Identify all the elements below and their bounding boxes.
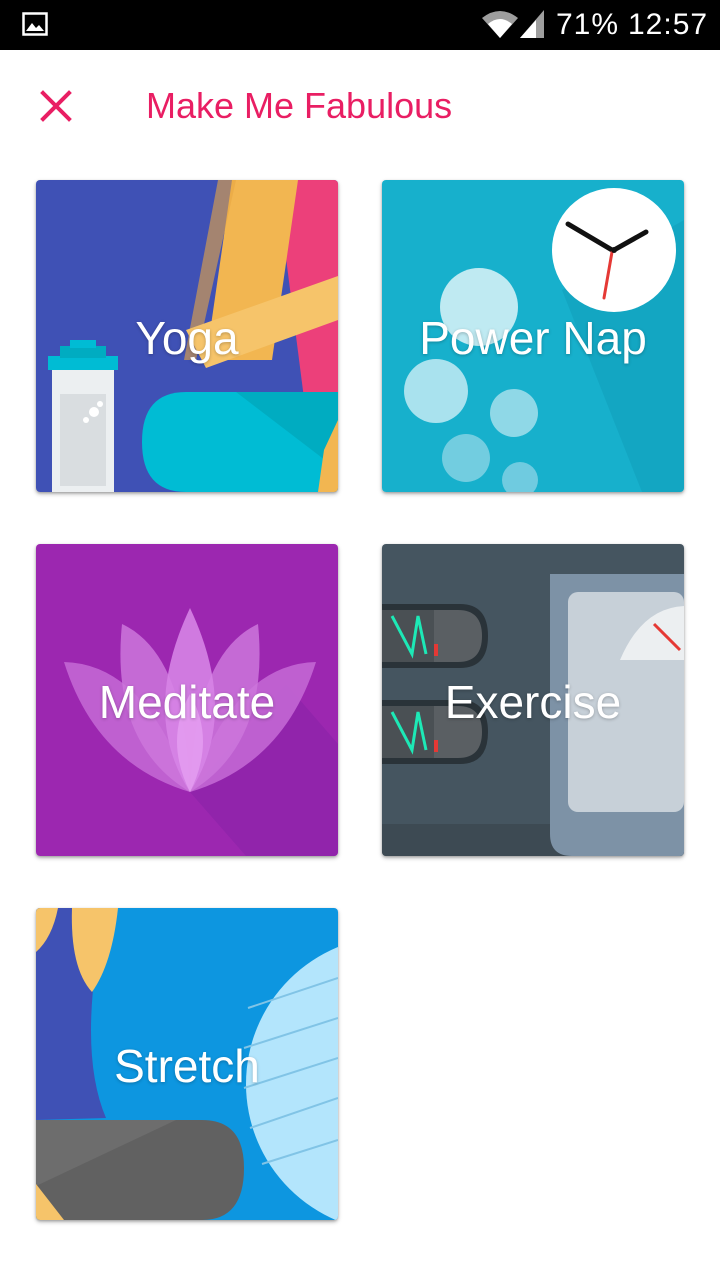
card-yoga[interactable]: Yoga xyxy=(36,180,338,492)
card-exercise[interactable]: Exercise xyxy=(382,544,684,856)
card-label-exercise: Exercise xyxy=(444,676,622,728)
card-label-meditate: Meditate xyxy=(98,676,276,728)
app-header: Make Me Fabulous xyxy=(0,50,720,160)
card-meditate[interactable]: Meditate xyxy=(36,544,338,856)
page-title: Make Me Fabulous xyxy=(146,85,453,126)
signal-icon xyxy=(520,10,544,38)
card-label-power-nap: Power Nap xyxy=(419,312,647,364)
card-stretch[interactable]: Stretch xyxy=(36,908,338,1220)
close-button[interactable] xyxy=(28,78,84,134)
gallery-icon xyxy=(22,12,48,36)
card-label-yoga: Yoga xyxy=(135,312,239,364)
card-power-nap[interactable]: Power Nap xyxy=(382,180,684,492)
card-label-stretch: Stretch xyxy=(114,1040,260,1092)
status-bar: 71% 12:57 xyxy=(0,0,720,50)
wifi-icon xyxy=(482,11,518,38)
battery-percent: 71% xyxy=(556,8,620,41)
close-icon xyxy=(40,90,72,122)
clock-time: 12:57 xyxy=(628,8,709,41)
